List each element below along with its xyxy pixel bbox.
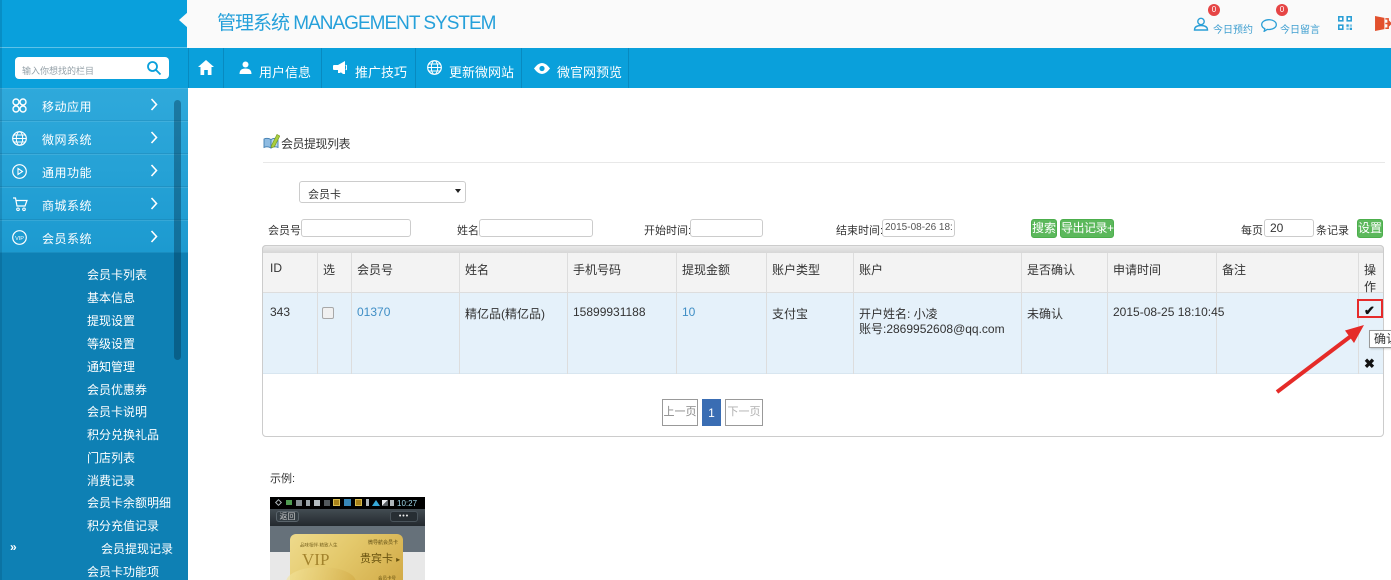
svg-text:VIP: VIP: [15, 236, 24, 242]
